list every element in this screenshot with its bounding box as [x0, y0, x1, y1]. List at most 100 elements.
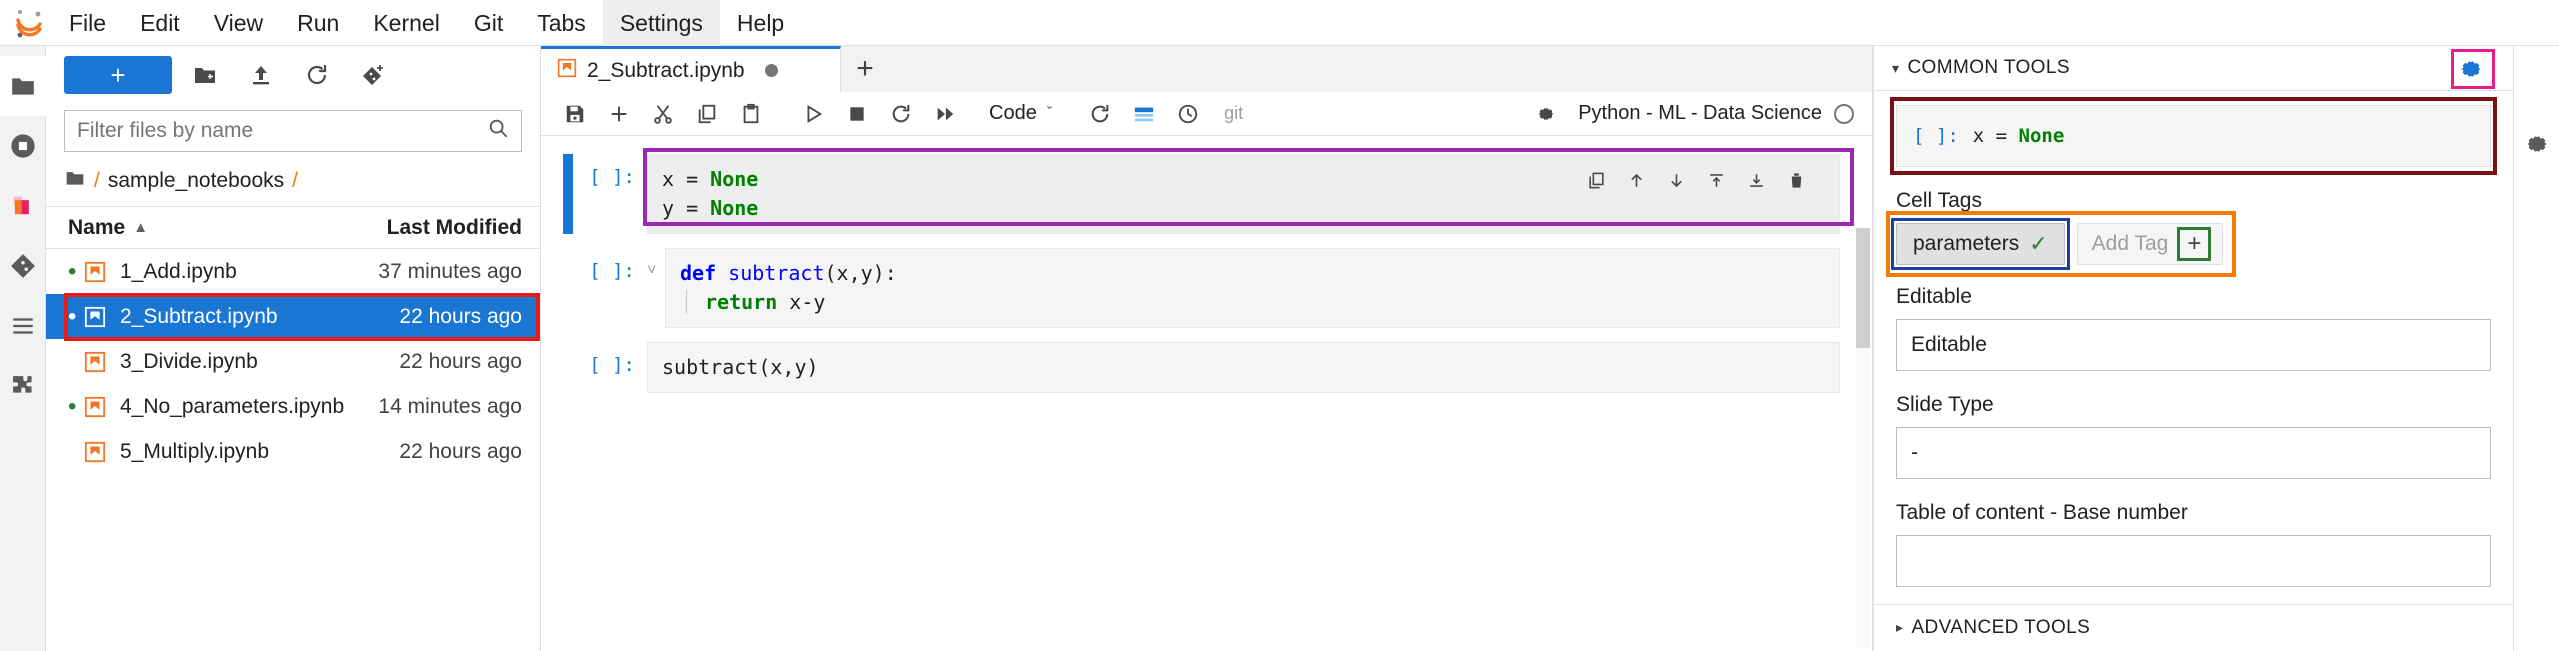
common-tools-body: [ ]: x = None Cell Tags parameters ✓ Add…: [1874, 91, 2513, 603]
cell-editor[interactable]: x = None y = None: [647, 154, 1840, 234]
notebook-cell[interactable]: [ ]: subtract(x,y): [541, 342, 1872, 393]
cell-prompt: [ ]:: [589, 354, 635, 376]
kernel-status-indicator[interactable]: [1834, 103, 1854, 124]
sidebar-item-commands-palette[interactable]: [0, 176, 46, 236]
code-token-none: None: [710, 167, 759, 191]
cell-type-select[interactable]: Code ˇ: [977, 97, 1058, 131]
scrollbar-thumb[interactable]: [1856, 228, 1870, 348]
code-token-plain: x-y: [777, 290, 826, 314]
notebook-cell[interactable]: [ ]: x = None y = None: [541, 148, 1872, 234]
list-item[interactable]: 5_Multiply.ipynb 22 hours ago: [46, 429, 540, 474]
restart-and-run-all-icon[interactable]: [925, 95, 965, 133]
chevron-down-icon[interactable]: ▾: [1892, 60, 1899, 77]
menu-item-settings[interactable]: Settings: [602, 0, 720, 46]
column-header-last-modified[interactable]: Last Modified: [362, 216, 522, 240]
menu-item-help[interactable]: Help: [720, 0, 801, 46]
common-tools-header[interactable]: ▾ COMMON TOOLS: [1874, 46, 2513, 92]
copy-icon[interactable]: [687, 95, 727, 133]
common-tools-label: COMMON TOOLS: [1907, 57, 2070, 79]
tag-parameters[interactable]: parameters ✓: [1896, 223, 2065, 266]
file-modified: 22 hours ago: [399, 349, 522, 373]
slide-type-field[interactable]: -: [1896, 427, 2491, 480]
slide-type-value: -: [1911, 441, 1918, 465]
insert-above-icon[interactable]: [1699, 165, 1733, 195]
advanced-tools-header[interactable]: ▸ ADVANCED TOOLS: [1874, 603, 2513, 651]
upload-icon[interactable]: [238, 56, 284, 94]
menu-item-run[interactable]: Run: [280, 0, 356, 46]
file-modified: 37 minutes ago: [378, 259, 522, 283]
gear-icon[interactable]: [2458, 56, 2484, 88]
file-list: • 1_Add.ipynb 37 minutes ago • 2_Subtrac…: [46, 249, 540, 651]
run-icon[interactable]: [793, 95, 833, 133]
menu-item-file[interactable]: File: [52, 0, 123, 46]
file-filter-box[interactable]: [64, 110, 522, 152]
cell-prompt: [ ]:: [589, 260, 635, 282]
stop-icon[interactable]: [837, 95, 877, 133]
paste-icon[interactable]: [731, 95, 771, 133]
editable-field[interactable]: Editable: [1896, 319, 2491, 372]
notebook-toolbar: Code ˇ git Python - ML - Data Science: [541, 92, 1872, 136]
git-clone-icon[interactable]: [350, 56, 396, 94]
list-item[interactable]: • 1_Add.ipynb 37 minutes ago: [46, 249, 540, 294]
list-item[interactable]: 3_Divide.ipynb 22 hours ago: [46, 339, 540, 384]
refresh-icon[interactable]: [294, 56, 340, 94]
kernel-name[interactable]: Python - ML - Data Science: [1578, 102, 1822, 125]
new-folder-icon[interactable]: [182, 56, 228, 94]
delete-icon[interactable]: [1779, 165, 1813, 195]
column-header-name[interactable]: Name ▲: [68, 216, 362, 240]
code-line: return x-y: [680, 288, 1825, 317]
list-item[interactable]: • 4_No_parameters.ipynb 14 minutes ago: [46, 384, 540, 429]
breadcrumb[interactable]: / sample_notebooks /: [46, 162, 540, 207]
menu-item-edit[interactable]: Edit: [123, 0, 197, 46]
menu-item-view[interactable]: View: [197, 0, 280, 46]
breadcrumb-separator-trail: /: [292, 169, 298, 192]
left-activity-bar: [0, 46, 46, 651]
notebook-scrollbar[interactable]: [1856, 228, 1870, 649]
file-browser-panel: + Filter files by name / sample_notebook…: [46, 46, 541, 651]
list-item[interactable]: • 2_Subtract.ipynb 22 hours ago: [46, 294, 540, 339]
cell-editor[interactable]: def subtract(x,y): return x-y: [665, 248, 1840, 328]
add-tag-button[interactable]: Add Tag +: [2076, 223, 2224, 266]
cell-tags-label: Cell Tags: [1896, 189, 1982, 213]
breadcrumb-home-icon[interactable]: [64, 168, 86, 194]
insert-cell-icon[interactable]: [599, 95, 639, 133]
advanced-tools-label: ADVANCED TOOLS: [1911, 616, 2091, 638]
cell-type-value: Code: [989, 102, 1037, 124]
cut-icon[interactable]: [643, 95, 683, 133]
sidebar-item-running-terminals[interactable]: [0, 116, 46, 176]
new-launcher-button[interactable]: +: [64, 56, 172, 94]
toc-base-number-label: Table of content - Base number: [1896, 501, 2188, 525]
sidebar-item-git[interactable]: [0, 236, 46, 296]
search-input[interactable]: [77, 119, 487, 143]
duplicate-icon[interactable]: [1579, 165, 1613, 195]
sidebar-item-file-browser[interactable]: [0, 56, 46, 116]
restart-kernel-icon[interactable]: [881, 95, 921, 133]
cell-toolbar-icon[interactable]: [1124, 95, 1164, 133]
insert-below-icon[interactable]: [1739, 165, 1773, 195]
cell-editor[interactable]: subtract(x,y): [647, 342, 1840, 393]
save-icon[interactable]: [555, 95, 595, 133]
refresh-kernel-icon[interactable]: [1080, 95, 1120, 133]
property-inspector-icon[interactable]: [2514, 114, 2559, 174]
move-down-icon[interactable]: [1659, 165, 1693, 195]
menu-item-git[interactable]: Git: [457, 0, 520, 46]
history-icon[interactable]: [1168, 95, 1208, 133]
sidebar-item-extension-manager[interactable]: [0, 356, 46, 416]
chevron-right-icon[interactable]: ▸: [1896, 619, 1903, 636]
breadcrumb-path[interactable]: sample_notebooks: [108, 169, 284, 193]
sidebar-item-table-of-contents[interactable]: [0, 296, 46, 356]
menu-item-tabs[interactable]: Tabs: [520, 0, 603, 46]
cell-collapser-icon[interactable]: ˅: [647, 248, 665, 280]
notebook-cell[interactable]: [ ]: ˅ def subtract(x,y): return x-y: [541, 248, 1872, 328]
main-area: + Filter files by name / sample_notebook…: [0, 46, 2559, 651]
gear-icon[interactable]: [1526, 95, 1566, 133]
new-tab-button[interactable]: +: [841, 46, 889, 92]
unsaved-changes-icon[interactable]: [764, 64, 778, 77]
toc-base-number-field[interactable]: [1896, 535, 2491, 588]
move-up-icon[interactable]: [1619, 165, 1653, 195]
notebook-tab-bar: 2_Subtract.ipynb +: [541, 46, 1872, 92]
menu-item-kernel[interactable]: Kernel: [356, 0, 456, 46]
plus-icon[interactable]: +: [2187, 230, 2201, 258]
tab-2-subtract[interactable]: 2_Subtract.ipynb: [541, 46, 841, 92]
menu-bar: File Edit View Run Kernel Git Tabs Setti…: [0, 0, 2559, 46]
